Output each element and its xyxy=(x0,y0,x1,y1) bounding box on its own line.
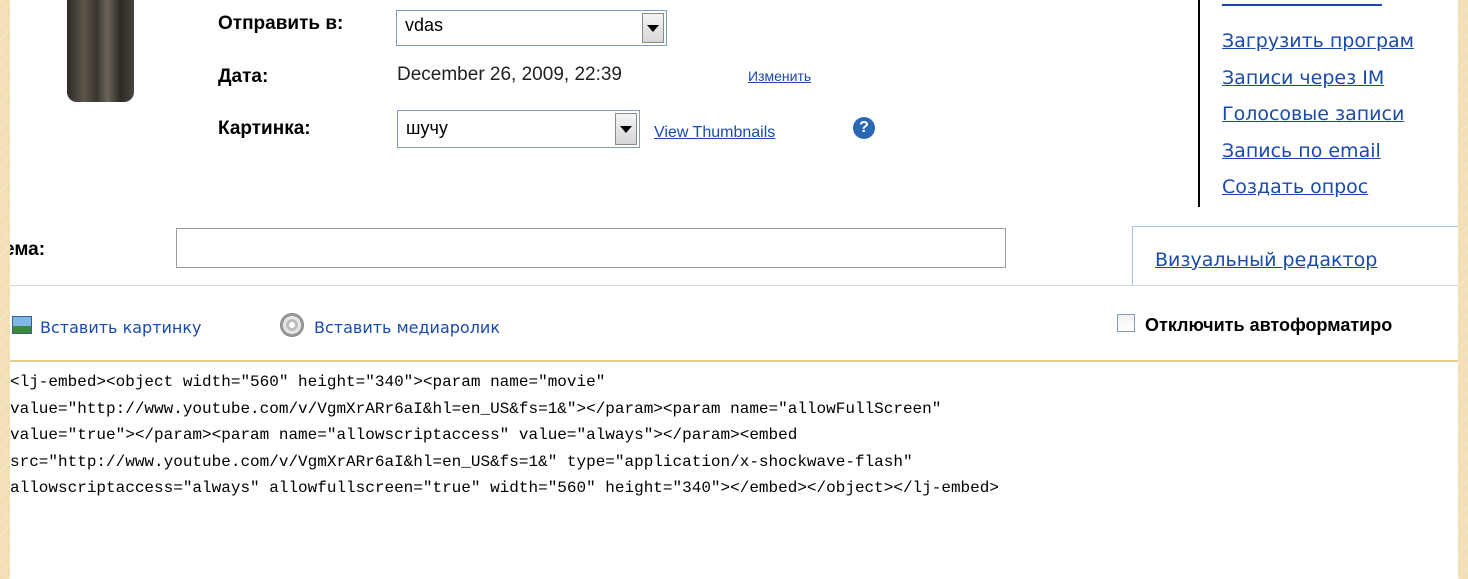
subject-input[interactable] xyxy=(176,228,1006,268)
insert-media-button[interactable]: Вставить медиаролик xyxy=(314,318,500,337)
picture-select[interactable]: шучу xyxy=(397,110,640,148)
send-to-value: vdas xyxy=(405,15,444,35)
disable-autoformat-label: Отключить автоформатиро xyxy=(1145,315,1393,335)
side-menu-cut-item xyxy=(1222,0,1442,6)
subject-label: ема: xyxy=(10,239,46,260)
date-label: Дата: xyxy=(218,66,269,87)
menu-item-voice-posts[interactable]: Голосовые записи xyxy=(1222,103,1404,125)
toolbar-top-border xyxy=(10,285,1458,286)
change-date-link[interactable]: Изменить xyxy=(748,68,811,84)
visual-editor-link[interactable]: Визуальный редактор xyxy=(1155,249,1377,271)
help-icon[interactable]: ? xyxy=(853,117,875,139)
side-menu-divider xyxy=(1198,0,1200,207)
picture-label: Картинка: xyxy=(218,118,311,139)
send-to-label: Отправить в: xyxy=(218,13,344,34)
menu-item-create-poll[interactable]: Создать опрос xyxy=(1222,176,1368,198)
chevron-down-icon[interactable] xyxy=(642,13,664,43)
editor-line: <lj-embed><object width="560" height="34… xyxy=(10,373,606,391)
picture-value: шучу xyxy=(406,118,448,138)
editor-line: value="true"></param><param name="allows… xyxy=(10,426,798,444)
menu-item-upload-program[interactable]: Загрузить програм xyxy=(1222,30,1414,52)
date-value: December 26, 2009, 22:39 xyxy=(397,64,622,85)
post-editor-form: Отправить в: vdas Дата: December 26, 200… xyxy=(10,0,1458,579)
editor-line: allowscriptaccess="always" allowfullscre… xyxy=(10,479,999,497)
editor-line: value="http://www.youtube.com/v/VgmXrARr… xyxy=(10,399,942,418)
menu-item-post-by-email[interactable]: Запись по email xyxy=(1222,140,1381,162)
disable-autoformat-checkbox[interactable] xyxy=(1117,314,1135,332)
insert-image-button[interactable]: Вставить картинку xyxy=(40,318,202,337)
media-disc-icon[interactable] xyxy=(280,313,304,337)
user-picture xyxy=(67,0,134,102)
view-thumbnails-link[interactable]: View Thumbnails xyxy=(654,124,775,142)
chevron-down-icon[interactable] xyxy=(615,113,637,145)
menu-item-im-posts[interactable]: Записи через IM xyxy=(1222,67,1384,89)
editor-mode-tab: Визуальный редактор xyxy=(1132,226,1458,286)
post-body-textarea[interactable]: <lj-embed><object width="560" height="34… xyxy=(10,362,1458,579)
image-icon[interactable] xyxy=(12,316,32,334)
send-to-select[interactable]: vdas xyxy=(396,10,667,46)
editor-line: src="http://www.youtube.com/v/VgmXrARr6a… xyxy=(10,452,913,471)
